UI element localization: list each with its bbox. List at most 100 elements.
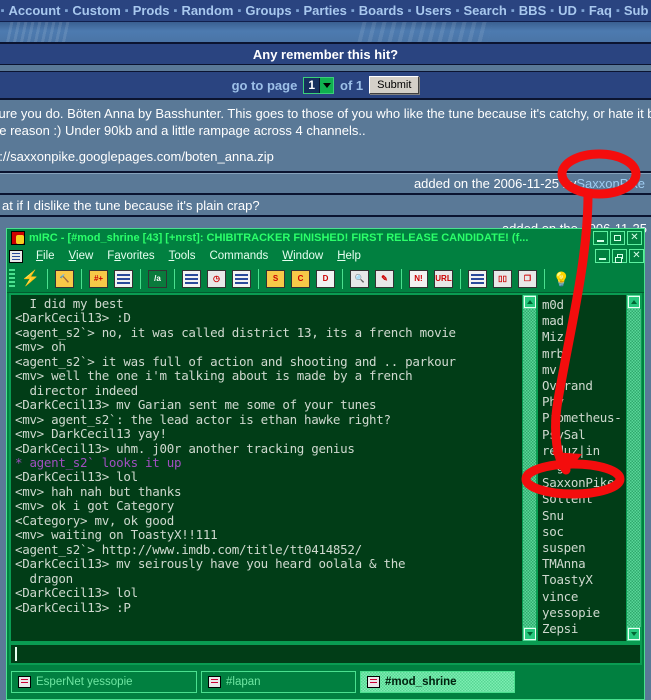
nick-list[interactable]: m0d mad Miz mrb mv Overand Phy Prometheus- PsySa… (536, 295, 641, 641)
nav-item-ud[interactable]: UD (555, 3, 580, 18)
help-bulb-icon[interactable]: 💡 (550, 268, 573, 290)
nick-list-item[interactable]: Snu (542, 508, 626, 524)
nick-list-item[interactable]: Miz (542, 329, 626, 345)
message-input[interactable] (9, 643, 642, 665)
chevron-down-icon[interactable] (319, 77, 334, 93)
nicklist-scroll-track[interactable] (626, 309, 641, 627)
nav-item-parties[interactable]: Parties (300, 3, 349, 18)
nick-list-item[interactable]: vince (542, 589, 626, 605)
submit-button[interactable]: Submit (369, 76, 420, 94)
mirc-titlebar[interactable]: mIRC - [#mod_shrine [43] [+nrst]: CHIBIT… (7, 229, 644, 247)
nick-list-item[interactable]: yessopie (542, 605, 626, 621)
channel-list-icon[interactable] (112, 268, 135, 290)
menu-item-commands[interactable]: Commands (202, 250, 275, 262)
nav-item-groups[interactable]: Groups (242, 3, 294, 18)
nav-item-search[interactable]: Search (461, 3, 510, 18)
chat-scrollbar[interactable] (522, 295, 537, 641)
nav-item-users[interactable]: Users (412, 3, 454, 18)
switchbar-item-mod-shrine[interactable]: #mod_shrine (360, 671, 515, 693)
scripts-editor-icon[interactable]: /a (146, 268, 169, 290)
switchbar[interactable]: EsperNet yessopie #lapan #mod_shrine (9, 667, 642, 697)
tile-vertical-icon[interactable]: ▯▯ (491, 268, 514, 290)
chat-scroll-track[interactable] (522, 309, 537, 627)
nav-item-prods[interactable]: Prods (130, 3, 173, 18)
nick-list-item[interactable]: m0d (542, 297, 626, 313)
post-body-2: at if I dislike the tune because it's pl… (0, 195, 651, 217)
chat-line: <agent_s2`> http://www.imdb.com/title/tt… (15, 541, 362, 557)
channels-folder-icon[interactable]: #+ (87, 268, 110, 290)
cascade-icon[interactable]: ❐ (516, 268, 539, 290)
tile-horizontal-icon[interactable] (466, 268, 489, 290)
addressbook-icon[interactable]: ✎ (373, 268, 396, 290)
maximize-icon[interactable] (610, 231, 625, 245)
nav-item-random[interactable]: Random (178, 3, 236, 18)
scroll-down-icon[interactable] (523, 628, 536, 640)
nick-list-item[interactable]: PsySal (542, 427, 626, 443)
menu-item-help[interactable]: Help (330, 250, 368, 262)
nav-item-boards[interactable]: Boards (356, 3, 407, 18)
nick-list-item[interactable]: Zepsi (542, 621, 626, 637)
notify-list-icon[interactable]: N! (407, 268, 430, 290)
nick-list-item[interactable]: mad (542, 313, 626, 329)
nick-list-item[interactable]: suspen (542, 540, 626, 556)
nav-item-faq[interactable]: Faq (586, 3, 615, 18)
whois-lookup-icon[interactable]: 🔍 (348, 268, 371, 290)
chat-line: director indeed (15, 382, 138, 398)
mirc-window[interactable]: mIRC - [#mod_shrine [43] [+nrst]: CHIBIT… (6, 228, 645, 700)
chat-line: <DarkCecil13> lol (15, 469, 138, 485)
mirc-toolbar[interactable]: ⚡ 🔨 #+ /a ◷ S C D 🔍 ✎ N! URL ▯▯ ❐ 💡 (7, 265, 644, 293)
toolbar-grip[interactable] (9, 268, 15, 289)
nick-list-items[interactable]: m0d mad Miz mrb mv Overand Phy Prometheus- PsySa… (538, 295, 626, 641)
nick-list-item[interactable]: Phy (542, 394, 626, 410)
nicklist-scrollbar[interactable] (626, 295, 641, 641)
colors-palette-icon[interactable] (230, 268, 253, 290)
nick-list-item[interactable]: s=go (542, 459, 626, 475)
nick-list-item[interactable]: mrb (542, 346, 626, 362)
nick-list-item[interactable]: ToastyX (542, 572, 626, 588)
mdi-minimize-icon[interactable] (595, 249, 610, 263)
nav-item-custom[interactable]: Custom (69, 3, 123, 18)
switchbar-item-lapan[interactable]: #lapan (201, 671, 356, 693)
get-file-icon[interactable]: C (289, 268, 312, 290)
post-link-line[interactable]: p://saxxonpike.googlepages.com/boten_ann… (0, 148, 651, 165)
mdi-restore-icon[interactable] (612, 249, 627, 263)
chat-line: <agent_s2`> no, it was called district 1… (15, 324, 456, 340)
nick-list-item[interactable]: TMAnna (542, 556, 626, 572)
url-list-icon[interactable]: URL (432, 268, 455, 290)
nick-list-item[interactable]: Prometheus- (542, 410, 626, 426)
mirc-menubar[interactable]: File View Favorites Tools Commands Windo… (7, 247, 644, 265)
connect-lightning-icon[interactable]: ⚡ (19, 268, 42, 290)
send-file-icon[interactable]: S (264, 268, 287, 290)
toolbar-separator (81, 268, 82, 289)
nick-list-item[interactable]: soc (542, 524, 626, 540)
menu-item-view[interactable]: View (62, 250, 101, 262)
nick-list-item[interactable]: Overand (542, 378, 626, 394)
nicklist-scroll-down-icon[interactable] (627, 628, 640, 640)
tools-hammer-icon[interactable]: 🔨 (53, 268, 76, 290)
menu-item-tools[interactable]: Tools (162, 250, 203, 262)
chat-log[interactable]: I did my best <DarkCecil13> :D <agent_s2`>… (11, 295, 522, 641)
nick-list-item[interactable]: reduz|in (542, 443, 626, 459)
thread-title: Any remember this hit? (0, 44, 651, 65)
page-select[interactable]: 1 (303, 76, 335, 94)
nick-list-item[interactable]: mv (542, 362, 626, 378)
dcc-options-icon[interactable]: D (314, 268, 337, 290)
close-icon[interactable]: ✕ (627, 231, 642, 245)
nav-item-sub[interactable]: Sub (621, 3, 651, 18)
menu-item-favorites[interactable]: Favorites (100, 250, 161, 262)
notepad-icon[interactable] (180, 268, 203, 290)
switchbar-item-espernet[interactable]: EsperNet yessopie (11, 671, 197, 693)
minimize-icon[interactable] (593, 231, 608, 245)
nav-item-bbs[interactable]: BBS (516, 3, 549, 18)
chat-line: <mv> ok i got Category (15, 498, 174, 514)
scroll-up-icon[interactable] (523, 296, 536, 308)
nick-list-item[interactable]: SaxxonPike (542, 475, 626, 491)
menu-item-window[interactable]: Window (275, 250, 330, 262)
nav-item-account[interactable]: Account (5, 3, 63, 18)
timer-clock-icon[interactable]: ◷ (205, 268, 228, 290)
mdi-close-icon[interactable]: ✕ (629, 249, 644, 263)
menu-item-file[interactable]: File (29, 250, 62, 262)
post-author-link[interactable]: SaxxonPike (576, 176, 645, 191)
nicklist-scroll-up-icon[interactable] (627, 296, 640, 308)
nick-list-item[interactable]: Sollent (542, 491, 626, 507)
